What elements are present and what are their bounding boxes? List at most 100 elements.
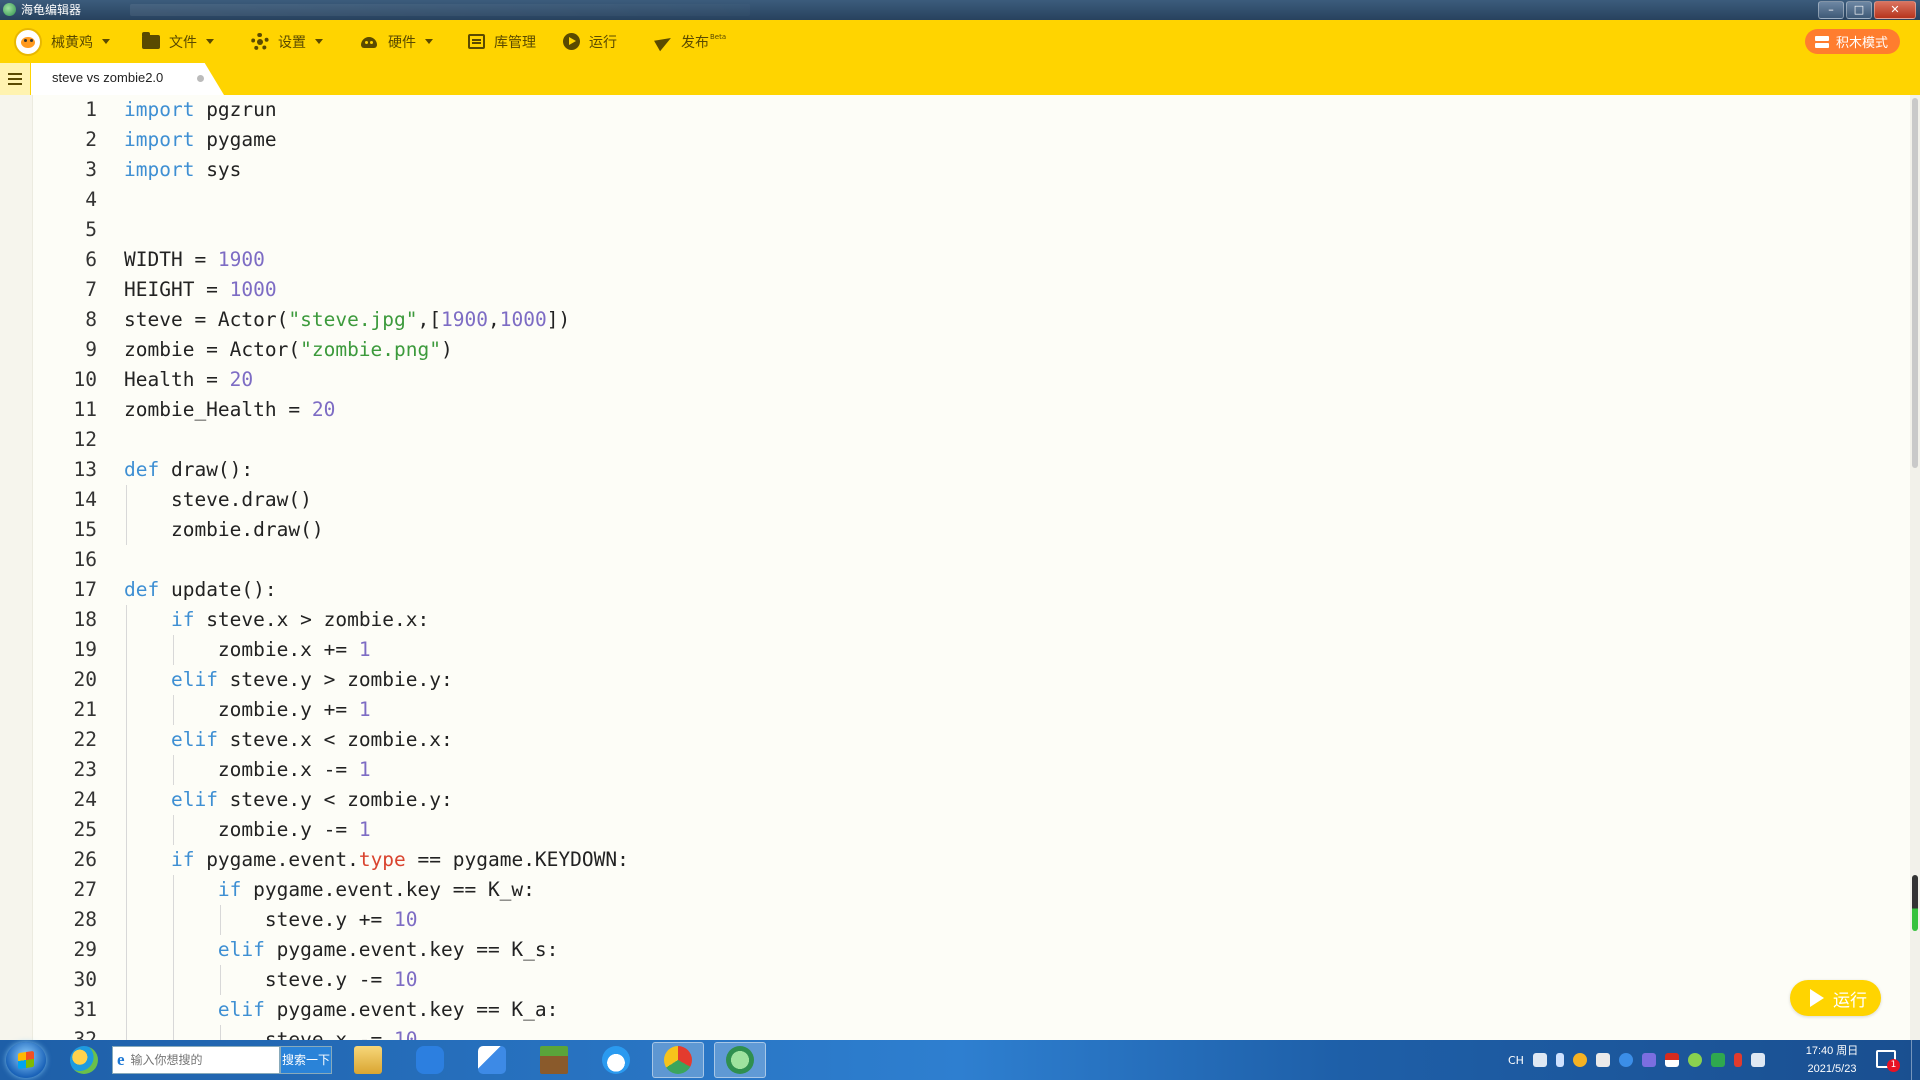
code-text[interactable]: if steve.x > zombie.x: [124,605,429,635]
taskbar-app-cloud-icon[interactable] [590,1042,642,1078]
taskbar-search-button[interactable]: 搜索一下 [280,1046,332,1074]
defender-icon[interactable] [1710,1053,1725,1067]
run-menu[interactable]: 运行 [563,20,617,63]
code-text[interactable]: zombie.x -= 1 [124,755,371,785]
code-line[interactable]: 10 Health = 20 [0,365,1900,395]
code-line[interactable]: 9 zombie = Actor("zombie.png") [0,335,1900,365]
code-line[interactable]: 13 def draw(): [0,455,1900,485]
taskbar-app-bird-icon[interactable] [466,1042,518,1078]
publish-menu[interactable]: 发布 Beta [654,20,726,63]
code-text[interactable]: zombie.y += 1 [124,695,371,725]
code-line[interactable]: 27 if pygame.event.key == K_w: [0,875,1900,905]
keyboard-icon[interactable] [1532,1053,1547,1067]
code-text[interactable]: if pygame.event.key == K_w: [124,875,535,905]
vertical-scrollbar[interactable] [1910,95,1920,1040]
code-line[interactable]: 18 if steve.x > zombie.x: [0,605,1900,635]
taskbar-app-minecraft-icon[interactable] [528,1042,580,1078]
taskbar-app-pen-icon[interactable] [404,1042,456,1078]
code-text[interactable]: import pgzrun [124,95,277,125]
code-line[interactable]: 24 elif steve.y < zombie.y: [0,785,1900,815]
taskbar-search-input[interactable] [128,1052,263,1068]
code-line[interactable]: 26 if pygame.event.type == pygame.KEYDOW… [0,845,1900,875]
file-tab[interactable]: steve vs zombie2.0 [31,63,224,95]
scrollbar-thumb[interactable] [1912,98,1918,468]
code-line[interactable]: 15 zombie.draw() [0,515,1900,545]
maximize-button[interactable]: □ [1846,1,1872,19]
code-editor[interactable]: 1 import pgzrun 2 import pygame 3 import sys 4… [0,95,1920,1040]
code-text[interactable]: import pygame [124,125,277,155]
volume-icon[interactable] [1733,1053,1742,1067]
code-line[interactable]: 4 [0,185,1900,215]
code-text[interactable]: elif steve.y < zombie.y: [124,785,453,815]
hardware-menu[interactable]: 硬件 [359,20,433,63]
code-text[interactable]: if pygame.event.type == pygame.KEYDOWN: [124,845,629,875]
code-line[interactable]: 1 import pgzrun [0,95,1900,125]
code-line[interactable]: 3 import sys [0,155,1900,185]
code-line[interactable]: 25 zombie.y -= 1 [0,815,1900,845]
code-text[interactable]: elif steve.y > zombie.y: [124,665,453,695]
taskbar-app-browser-icon[interactable] [58,1042,110,1078]
code-line[interactable]: 28 steve.y += 10 [0,905,1900,935]
network-icon[interactable] [1750,1053,1765,1067]
settings-menu[interactable]: 设置 [251,20,323,63]
file-menu[interactable]: 文件 [142,20,214,63]
code-text[interactable]: steve.y += 10 [124,905,418,935]
block-mode-button[interactable]: 积木模式 [1804,29,1900,54]
code-line[interactable]: 23 zombie.x -= 1 [0,755,1900,785]
code-line[interactable]: 14 steve.draw() [0,485,1900,515]
user-menu[interactable]: 械黄鸡 [14,20,110,63]
code-line[interactable]: 5 [0,215,1900,245]
taskbar-app-turtle-editor-icon[interactable] [714,1042,766,1078]
tray-expand-icon[interactable] [1555,1053,1564,1067]
code-text[interactable]: steve.draw() [124,485,312,515]
code-line[interactable]: 29 elif pygame.event.key == K_s: [0,935,1900,965]
code-text[interactable]: HEIGHT = 1000 [124,275,277,305]
code-line[interactable]: 19 zombie.x += 1 [0,635,1900,665]
security-icon[interactable] [1687,1053,1702,1067]
action-center-icon[interactable]: 1 [1876,1050,1900,1072]
minimize-button[interactable]: – [1818,1,1844,19]
code-text[interactable]: steve.x -= 10 [124,1025,418,1040]
floating-run-button[interactable]: 运行 [1790,980,1881,1016]
code-text[interactable]: def update(): [124,575,277,605]
code-text[interactable]: def draw(): [124,455,253,485]
code-line[interactable]: 22 elif steve.x < zombie.x: [0,725,1900,755]
code-line[interactable]: 21 zombie.y += 1 [0,695,1900,725]
code-text[interactable]: zombie.x += 1 [124,635,371,665]
code-text[interactable]: zombie.y -= 1 [124,815,371,845]
weather-icon[interactable] [1572,1053,1587,1067]
close-button[interactable]: ✕ [1874,1,1916,19]
code-line[interactable]: 6 WIDTH = 1900 [0,245,1900,275]
start-button[interactable] [6,1042,46,1078]
flag-icon[interactable] [1664,1053,1679,1067]
code-line[interactable]: 30 steve.y -= 10 [0,965,1900,995]
code-text[interactable]: zombie.draw() [124,515,324,545]
code-text[interactable]: Health = 20 [124,365,253,395]
code-text[interactable]: elif steve.x < zombie.x: [124,725,453,755]
input-language[interactable]: CH [1508,1054,1524,1067]
speaker-icon[interactable] [1595,1053,1610,1067]
code-text[interactable]: steve = Actor("steve.jpg",[1900,1000]) [124,305,570,335]
library-manager-menu[interactable]: 库管理 [468,20,536,63]
code-line[interactable]: 7 HEIGHT = 1000 [0,275,1900,305]
code-text[interactable]: zombie = Actor("zombie.png") [124,335,453,365]
taskbar-app-chrome-icon[interactable] [652,1042,704,1078]
code-line[interactable]: 31 elif pygame.event.key == K_a: [0,995,1900,1025]
code-line[interactable]: 11 zombie_Health = 20 [0,395,1900,425]
sidebar-toggle-icon[interactable] [0,63,30,95]
code-text[interactable]: elif pygame.event.key == K_s: [124,935,558,965]
code-line[interactable]: 12 [0,425,1900,455]
code-text[interactable]: WIDTH = 1900 [124,245,265,275]
app-tray-icon[interactable] [1641,1053,1656,1067]
code-text[interactable]: elif pygame.event.key == K_a: [124,995,558,1025]
code-line[interactable]: 20 elif steve.y > zombie.y: [0,665,1900,695]
shield-blue-icon[interactable] [1618,1053,1633,1067]
code-text[interactable]: import sys [124,155,241,185]
code-text[interactable]: steve.y -= 10 [124,965,418,995]
code-text[interactable]: zombie_Health = 20 [124,395,335,425]
taskbar-app-explorer-icon[interactable] [342,1042,394,1078]
code-line[interactable]: 2 import pygame [0,125,1900,155]
code-line[interactable]: 32 steve.x -= 10 [0,1025,1900,1040]
code-line[interactable]: 16 [0,545,1900,575]
show-desktop-button[interactable] [1911,1040,1920,1080]
